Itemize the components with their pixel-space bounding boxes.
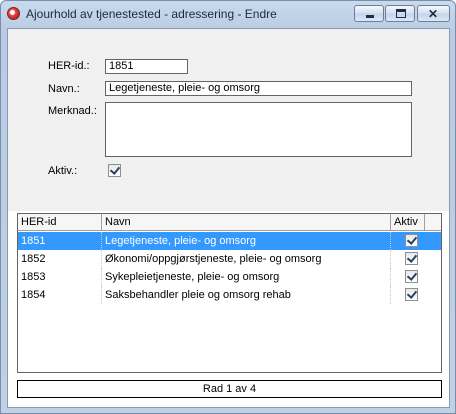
close-icon: ✕ xyxy=(428,7,439,21)
table-row[interactable]: 1852 Økonomi/oppgjørstjeneste, pleie- og… xyxy=(18,250,441,268)
cell-her-id: 1852 xyxy=(18,250,102,268)
cell-aktiv-checkbox[interactable] xyxy=(405,270,418,283)
navn-label: Navn.: xyxy=(48,83,80,95)
cell-navn: Sykepleietjeneste, pleie- og omsorg xyxy=(102,268,391,286)
merknad-textarea[interactable] xyxy=(105,102,412,157)
cell-navn: Økonomi/oppgjørstjeneste, pleie- og omso… xyxy=(102,250,391,268)
column-header-aktiv[interactable]: Aktiv xyxy=(391,214,425,231)
window-title: Ajourhold av tjenestested - adressering … xyxy=(26,7,277,21)
cell-aktiv-checkbox[interactable] xyxy=(405,252,418,265)
merknad-label: Merknad.: xyxy=(48,105,97,117)
cell-aktiv-checkbox[interactable] xyxy=(405,234,418,247)
app-window: Ajourhold av tjenestested - adressering … xyxy=(0,0,456,414)
navn-field[interactable]: Legetjeneste, pleie- og omsorg xyxy=(105,81,412,96)
cell-aktiv-checkbox[interactable] xyxy=(405,288,418,301)
maximize-button[interactable] xyxy=(385,5,415,22)
table-row[interactable]: 1854 Saksbehandler pleie og omsorg rehab xyxy=(18,286,441,304)
cell-navn: Saksbehandler pleie og omsorg rehab xyxy=(102,286,391,304)
her-id-label: HER-id.: xyxy=(48,60,90,72)
close-button[interactable]: ✕ xyxy=(417,5,450,22)
aktiv-checkbox[interactable] xyxy=(108,164,121,177)
table-row[interactable]: 1851 Legetjeneste, pleie- og omsorg xyxy=(18,232,441,250)
client-area: HER-id.: 1851 Navn.: Legetjeneste, pleie… xyxy=(7,28,450,408)
cell-navn: Legetjeneste, pleie- og omsorg xyxy=(102,232,391,250)
status-bar: Rad 1 av 4 xyxy=(17,380,442,398)
table-header: HER-id Navn Aktiv xyxy=(18,214,441,231)
cell-her-id: 1853 xyxy=(18,268,102,286)
tjenestested-table[interactable]: HER-id Navn Aktiv 1851 Legetjeneste, ple… xyxy=(17,213,442,373)
maximize-icon xyxy=(396,9,406,18)
app-icon[interactable] xyxy=(7,7,20,20)
minimize-icon xyxy=(366,15,374,18)
table-row[interactable]: 1853 Sykepleietjeneste, pleie- og omsorg xyxy=(18,268,441,286)
column-header-navn[interactable]: Navn xyxy=(102,214,391,231)
cell-her-id: 1851 xyxy=(18,232,102,250)
cell-her-id: 1854 xyxy=(18,286,102,304)
aktiv-label: Aktiv.: xyxy=(48,165,78,177)
edit-form: HER-id.: 1851 Navn.: Legetjeneste, pleie… xyxy=(8,29,449,211)
title-bar[interactable]: Ajourhold av tjenestested - adressering … xyxy=(1,1,455,28)
her-id-field[interactable]: 1851 xyxy=(105,59,188,74)
column-header-her-id[interactable]: HER-id xyxy=(18,214,102,231)
minimize-button[interactable] xyxy=(354,5,384,22)
